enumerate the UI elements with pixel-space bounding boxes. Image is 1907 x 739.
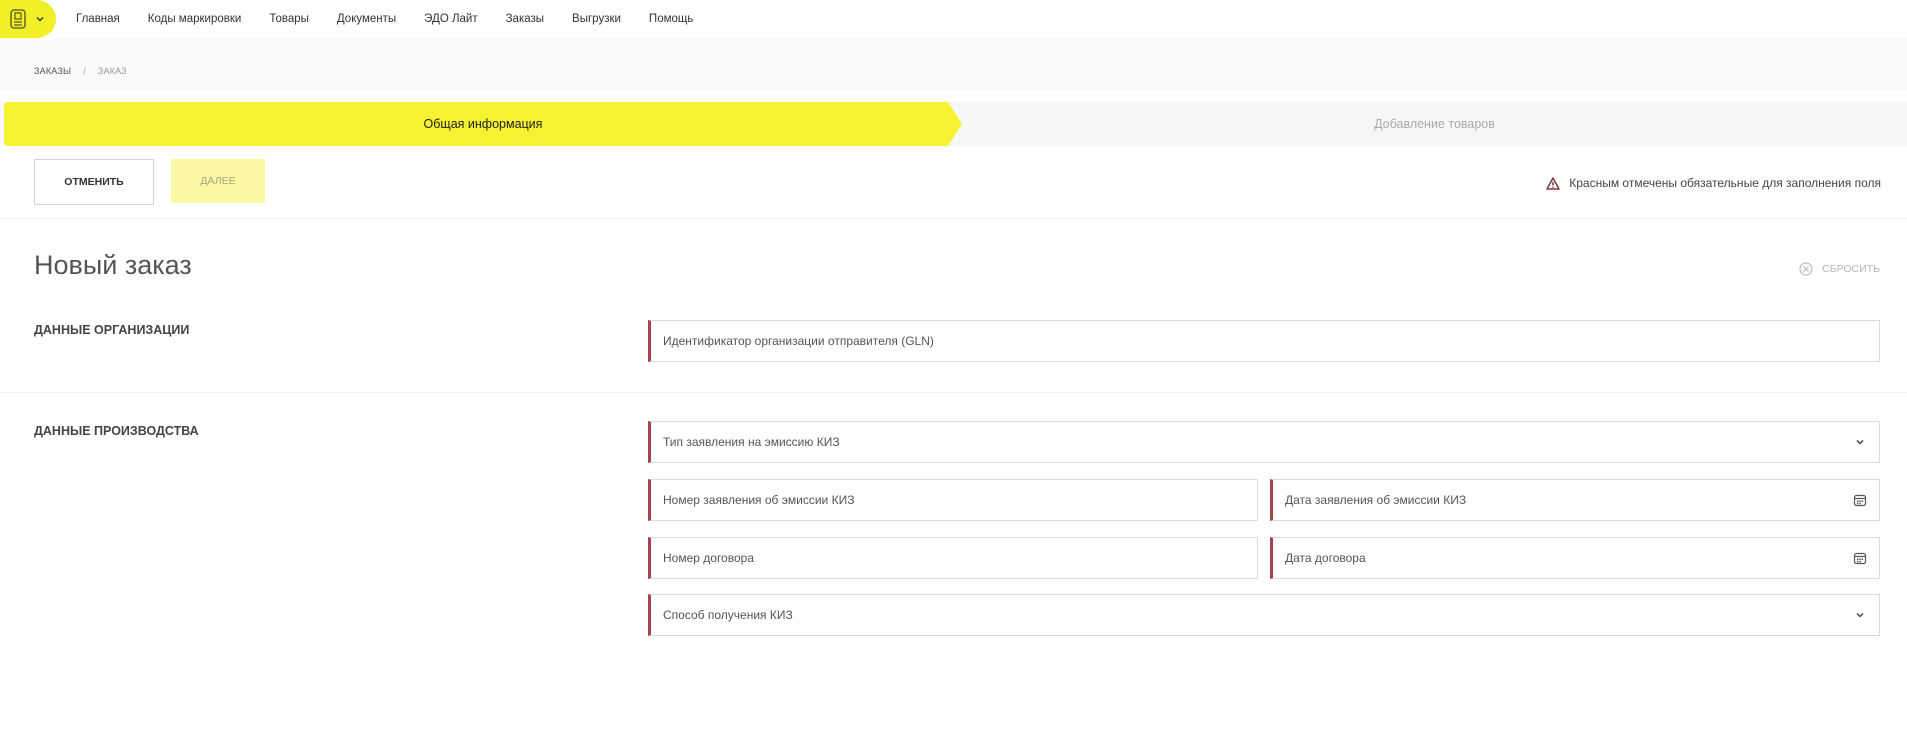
next-button[interactable]: ДАЛЕЕ [171, 159, 265, 203]
actions-bar: ОТМЕНИТЬ ДАЛЕЕ Красным отмечены обязател… [0, 146, 1907, 219]
nav-item-edo-lite[interactable]: ЭДО Лайт [424, 13, 477, 25]
nav-item-help[interactable]: Помощь [649, 13, 693, 25]
breadcrumb-current: ЗАКАЗ [97, 66, 127, 76]
nav-item-products[interactable]: Товары [269, 13, 309, 25]
emission-type-select[interactable]: Тип заявления на эмиссию КИЗ [648, 421, 1880, 463]
logo-icon [10, 9, 26, 29]
page-title: Новый заказ [34, 250, 192, 280]
nav-item-marking-codes[interactable]: Коды маркировки [148, 13, 242, 25]
breadcrumb-bar: ЗАКАЗЫ / ЗАКАЗ [0, 38, 1907, 90]
step-general-info[interactable]: Общая информация [4, 102, 962, 146]
reset-button[interactable]: СБРОСИТЬ [1799, 262, 1880, 276]
receive-method-select[interactable]: Способ получения КИЗ [648, 594, 1880, 636]
section-divider [0, 392, 1907, 393]
gln-placeholder: Идентификатор организации отправителя (G… [663, 334, 934, 348]
required-fields-note: Красным отмечены обязательные для заполн… [1546, 176, 1881, 190]
nav-item-orders[interactable]: Заказы [506, 13, 544, 25]
cancel-button[interactable]: ОТМЕНИТЬ [34, 159, 154, 205]
breadcrumb-separator: / [83, 66, 86, 76]
section-label-production: ДАННЫЕ ПРОИЗВОДСТВА [34, 424, 199, 438]
breadcrumb: ЗАКАЗЫ / ЗАКАЗ [34, 66, 127, 76]
nav-item-home[interactable]: Главная [76, 13, 120, 25]
contract-number-placeholder: Номер договора [663, 551, 754, 565]
contract-date-input[interactable]: Дата договора [1270, 537, 1880, 579]
required-note-text: Красным отмечены обязательные для заполн… [1569, 176, 1881, 190]
gln-input[interactable]: Идентификатор организации отправителя (G… [648, 320, 1880, 362]
emission-type-placeholder: Тип заявления на эмиссию КИЗ [663, 435, 840, 449]
step-add-products[interactable]: Добавление товаров [962, 102, 1907, 146]
chevron-down-icon [1856, 439, 1864, 445]
app-menu-button[interactable] [0, 0, 56, 38]
stepper: Общая информация Добавление товаров [0, 102, 1907, 146]
section-label-organization: ДАННЫЕ ОРГАНИЗАЦИИ [34, 323, 190, 337]
emission-date-placeholder: Дата заявления об эмиссии КИЗ [1285, 493, 1467, 507]
contract-date-placeholder: Дата договора [1285, 551, 1366, 565]
nav-item-documents[interactable]: Документы [337, 13, 396, 25]
emission-date-input[interactable]: Дата заявления об эмиссии КИЗ [1270, 479, 1880, 521]
chevron-down-icon [36, 17, 44, 22]
calendar-icon[interactable] [1853, 493, 1867, 507]
chevron-down-icon [1856, 612, 1864, 618]
calendar-icon[interactable] [1853, 551, 1867, 565]
warning-icon [1546, 176, 1560, 190]
emission-number-placeholder: Номер заявления об эмиссии КИЗ [663, 493, 855, 507]
receive-method-placeholder: Способ получения КИЗ [663, 608, 793, 622]
emission-number-input[interactable]: Номер заявления об эмиссии КИЗ [648, 479, 1258, 521]
top-navigation: Главная Коды маркировки Товары Документы… [0, 0, 950, 39]
breadcrumb-orders-link[interactable]: ЗАКАЗЫ [34, 66, 71, 76]
nav-item-exports[interactable]: Выгрузки [572, 13, 621, 25]
close-circle-icon [1799, 262, 1813, 276]
contract-number-input[interactable]: Номер договора [648, 537, 1258, 579]
nav-menu: Главная Коды маркировки Товары Документы… [76, 0, 693, 38]
reset-label: СБРОСИТЬ [1822, 263, 1880, 275]
